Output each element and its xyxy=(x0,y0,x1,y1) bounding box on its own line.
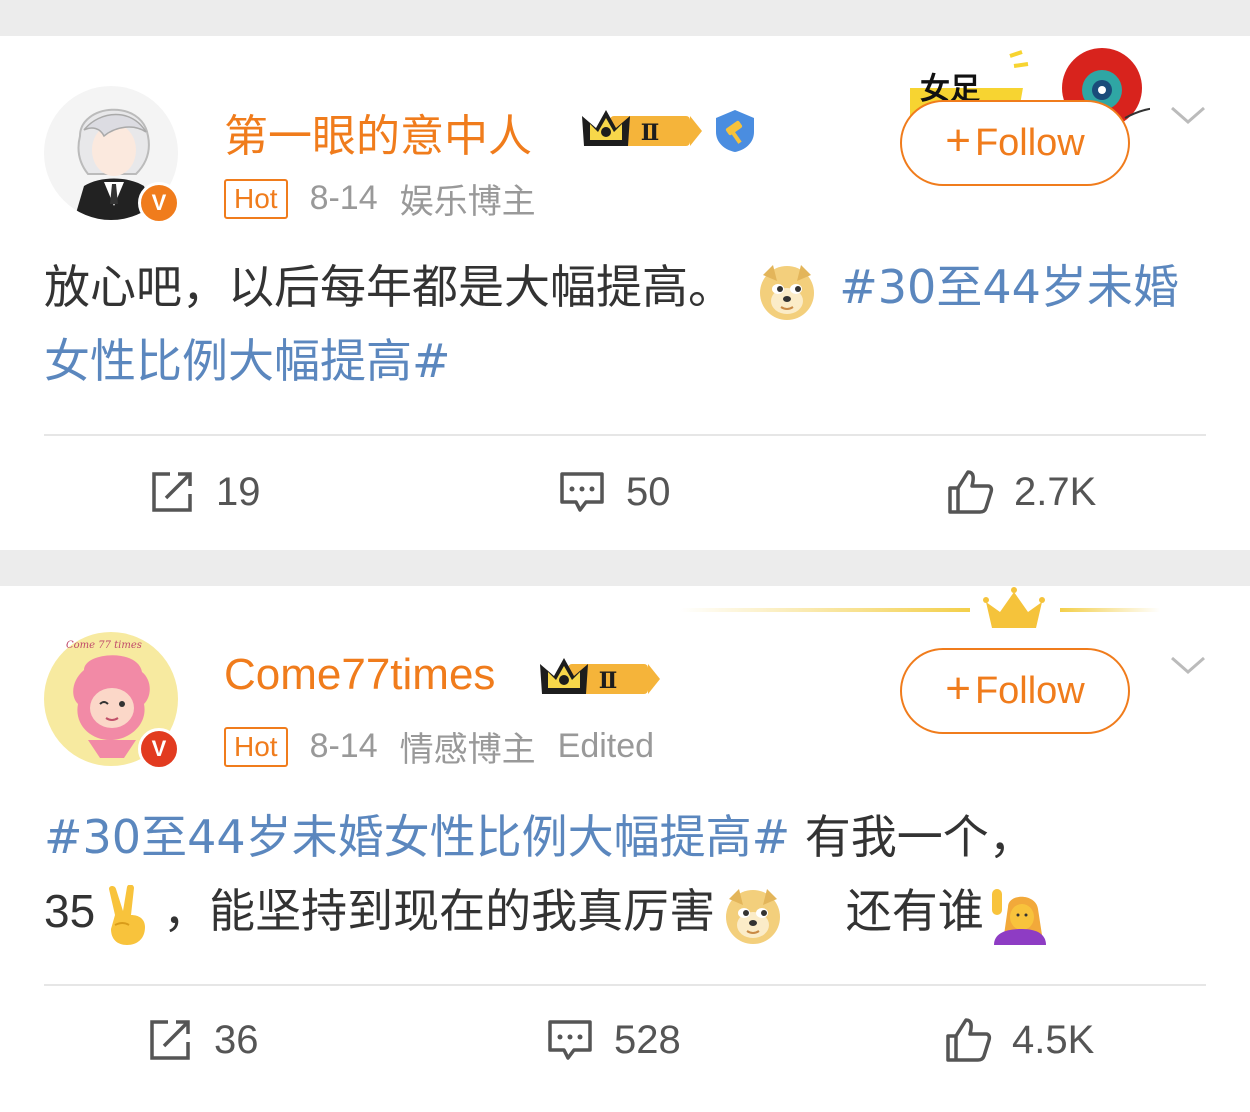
gov-gavel-icon[interactable] xyxy=(712,108,758,158)
verified-badge: V xyxy=(138,182,180,224)
level-text: Ⅱ xyxy=(641,120,660,146)
follow-label: Follow xyxy=(974,121,1085,164)
follow-label: Follow xyxy=(974,669,1085,712)
post-text: 放心吧，以后每年都是大幅提高。 xyxy=(44,260,734,314)
comment-button[interactable]: 50 xyxy=(558,468,671,516)
chevron-down-icon[interactable] xyxy=(1168,650,1208,680)
crown-level-icon[interactable]: Ⅱ xyxy=(580,106,704,158)
avatar[interactable]: V xyxy=(44,86,180,224)
avatar[interactable]: Come 77 times V xyxy=(44,632,180,770)
post-date: 8-14 xyxy=(309,179,378,217)
edited-label: Edited xyxy=(557,727,655,765)
repost-count: 36 xyxy=(214,1017,259,1062)
hot-badge: Hot xyxy=(224,178,288,219)
post-text: 有我一个， xyxy=(804,810,1035,864)
like-button[interactable]: 4.5K xyxy=(944,1016,1094,1064)
hashtag-link[interactable]: #30至44岁未婚女性比例大幅提高# xyxy=(44,810,790,864)
feed-post: 女足 V 第一眼的意中人 Ⅱ Hot 8-14 娱乐博主 + Follow 放心… xyxy=(0,36,1250,550)
comment-button[interactable]: 528 xyxy=(546,1016,681,1064)
post-separator xyxy=(0,550,1250,586)
username[interactable]: Come77times xyxy=(224,650,495,700)
post-meta: Hot 8-14 娱乐博主 xyxy=(224,174,536,223)
post-date: 8-14 xyxy=(309,727,378,765)
comment-count: 50 xyxy=(626,469,671,514)
divider xyxy=(44,984,1206,986)
raising-hand-emoji-icon xyxy=(986,885,1046,945)
verified-badge: V xyxy=(138,728,180,770)
follow-button[interactable]: + Follow xyxy=(900,100,1130,186)
username[interactable]: 第一眼的意中人 xyxy=(224,100,532,164)
post-meta: Hot 8-14 情感博主 Edited xyxy=(224,722,654,771)
chevron-down-icon[interactable] xyxy=(1168,100,1208,130)
crown-level-icon[interactable]: Ⅱ xyxy=(538,654,662,706)
avatar-text: Come 77 times xyxy=(66,640,142,651)
like-button[interactable]: 2.7K xyxy=(946,468,1096,516)
post-category: 娱乐博主 xyxy=(399,182,536,222)
hot-badge: Hot xyxy=(224,726,288,767)
post-text: ，能坚持到现在的我真厉害 xyxy=(163,884,716,938)
repost-button[interactable]: 19 xyxy=(148,468,261,516)
comment-count: 528 xyxy=(614,1017,681,1062)
repost-icon xyxy=(150,1020,190,1060)
like-count: 4.5K xyxy=(1012,1017,1095,1062)
like-count: 2.7K xyxy=(1014,469,1097,514)
like-icon xyxy=(946,1018,992,1062)
repost-button[interactable]: 36 xyxy=(146,1016,259,1064)
post-category: 情感博主 xyxy=(399,730,536,770)
comment-icon xyxy=(548,1020,592,1060)
post-text: 35 xyxy=(44,885,96,937)
post-content: 放心吧，以后每年都是大幅提高。 #30至44岁未婚女性比例大幅提高# xyxy=(44,250,1214,398)
repost-count: 19 xyxy=(216,469,261,514)
repost-icon xyxy=(152,472,192,512)
like-icon xyxy=(948,470,994,514)
crown-banner-decoration xyxy=(680,586,1160,636)
top-separator xyxy=(0,0,1250,36)
comment-icon xyxy=(560,472,604,512)
level-text: Ⅱ xyxy=(599,668,618,694)
doge-emoji-icon xyxy=(723,885,783,945)
post-content: #30至44岁未婚女性比例大幅提高# 有我一个， 35 ，能坚持到现在的我真厉害… xyxy=(44,800,1214,948)
feed-post: Come 77 times V Come77times Ⅱ Hot 8-14 情… xyxy=(0,586,1250,1112)
victory-hand-emoji-icon xyxy=(99,883,159,945)
divider xyxy=(44,434,1206,436)
doge-emoji-icon xyxy=(757,261,817,321)
post-text: 还有谁 xyxy=(845,884,984,938)
follow-button[interactable]: + Follow xyxy=(900,648,1130,734)
plus-icon: + xyxy=(945,116,971,165)
plus-icon: + xyxy=(945,664,971,713)
